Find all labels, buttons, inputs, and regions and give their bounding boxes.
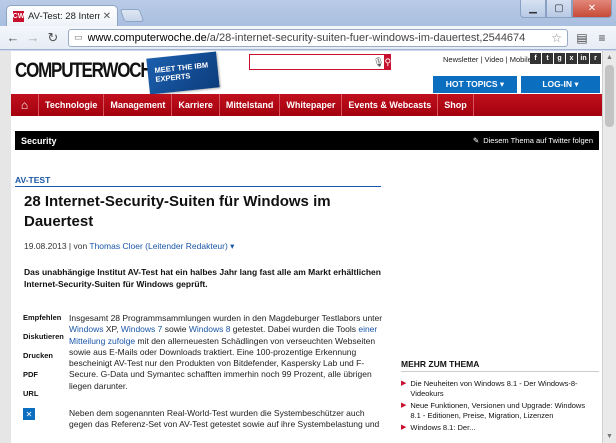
xing-share-icon[interactable]: ✕ — [23, 408, 35, 420]
nav-item-whitepaper[interactable]: Whitepaper — [280, 94, 343, 116]
tab-close-icon[interactable]: ✕ — [103, 11, 111, 22]
site-search: 🎙 ⚲ — [249, 54, 392, 70]
article-headline: 28 Internet-Security-Suiten für Windows … — [24, 193, 331, 230]
hot-topics-button[interactable]: HOT TOPICS ▾ — [433, 76, 517, 93]
bookmark-star-icon[interactable]: ☆ — [551, 31, 562, 45]
address-bar[interactable]: ▭ www.computerwoche.de/a/28-internet-sec… — [68, 28, 568, 47]
section-title[interactable]: Security — [21, 136, 57, 146]
sidebar-item[interactable]: ▶ Windows 8.1: Der... — [401, 423, 591, 433]
linkedin-icon[interactable]: in — [578, 53, 589, 64]
top-links[interactable]: Newsletter | Video | Mobile — [443, 55, 532, 64]
window-controls: ▁ ▢ ✕ — [520, 0, 612, 18]
computerwoche-logo[interactable]: COMPUTERWOCHE — [15, 58, 163, 83]
home-icon[interactable]: ⌂ — [11, 94, 39, 116]
article-paragraph-2: Neben dem sogenannten Real-World-Test wu… — [69, 408, 380, 430]
twitter-bird-icon: ✎ — [472, 136, 480, 145]
tool-diskutieren[interactable]: Diskutieren — [23, 332, 64, 341]
arrow-right-icon: ▶ — [401, 402, 407, 409]
article-byline: 19.08.2013 | von Thomas Cloer (Leitender… — [24, 241, 234, 252]
web-page: COMPUTERWOCHE MEET THE IBM EXPERTS 🎙 ⚲ N… — [11, 51, 602, 443]
login-button[interactable]: LOG-IN ▾ — [521, 76, 600, 93]
tool-empfehlen[interactable]: Empfehlen — [23, 313, 61, 322]
search-icon: ⚲ — [384, 56, 392, 67]
tool-pdf[interactable]: PDF — [23, 370, 38, 379]
twitter-icon[interactable]: t — [542, 53, 553, 64]
nav-item-events[interactable]: Events & Webcasts — [342, 94, 439, 116]
microphone-icon[interactable]: 🎙 — [373, 57, 384, 68]
sidebar-item[interactable]: ▶ Neue Funktionen, Versionen und Upgrade:… — [401, 401, 591, 421]
browser-tab-bar: CW AV-Test: 28 Internet-Securi ✕ ▁ ▢ ✕ — [0, 0, 616, 26]
new-tab-button[interactable] — [119, 9, 145, 22]
tool-url[interactable]: URL — [23, 389, 38, 398]
article-lead: Das unabhängige Institut AV-Test hat ein… — [24, 267, 381, 289]
rss-icon[interactable]: r — [590, 53, 601, 64]
social-icons: f t g x in r — [530, 53, 601, 64]
tool-drucken[interactable]: Drucken — [23, 351, 53, 360]
page-info-icon[interactable]: ▭ — [74, 32, 83, 43]
maximize-button[interactable]: ▢ — [546, 0, 572, 18]
arrow-right-icon: ▶ — [401, 380, 407, 387]
sidebar-heading: MEHR ZUM THEMA — [401, 359, 599, 372]
scroll-thumb[interactable] — [605, 65, 614, 127]
twitter-follow-link[interactable]: ✎ Diesem Thema auf Twitter folgen — [473, 136, 593, 145]
ibm-experts-badge[interactable]: MEET THE IBM EXPERTS — [146, 51, 220, 95]
scroll-down-arrow-icon[interactable]: ▼ — [603, 430, 616, 443]
link-windows-8[interactable]: Windows 8 — [189, 324, 231, 334]
minimize-button[interactable]: ▁ — [520, 0, 546, 18]
xing-social-icon[interactable]: x — [566, 53, 577, 64]
nav-item-technologie[interactable]: Technologie — [39, 94, 105, 116]
tab-title: AV-Test: 28 Internet-Securi — [28, 10, 100, 22]
url-text: www.computerwoche.de/a/28-internet-secur… — [87, 31, 526, 44]
nav-item-karriere[interactable]: Karriere — [172, 94, 220, 116]
browser-toolbar: ← → ↻ ▭ www.computerwoche.de/a/28-intern… — [0, 26, 616, 50]
section-bar: Security ✎ Diesem Thema auf Twitter folge… — [15, 131, 599, 150]
arrow-right-icon: ▶ — [401, 424, 407, 431]
facebook-icon[interactable]: f — [530, 53, 541, 64]
reload-button[interactable]: ↻ — [44, 29, 62, 47]
nav-item-mittelstand[interactable]: Mittelstand — [220, 94, 281, 116]
nav-item-shop[interactable]: Shop — [438, 94, 474, 116]
menu-wrench-icon[interactable]: ≡ — [592, 29, 612, 47]
main-navigation: ⌂ Technologie Management Karriere Mittel… — [11, 94, 602, 116]
close-window-button[interactable]: ✕ — [572, 0, 612, 18]
forward-button[interactable]: → — [24, 29, 42, 47]
back-button[interactable]: ← — [4, 29, 22, 47]
article-kicker[interactable]: AV-TEST — [15, 175, 381, 187]
translate-icon[interactable]: ▤ — [572, 29, 592, 47]
article-paragraph-1: Insgesamt 28 Programmsammlungen wurden i… — [69, 313, 383, 391]
link-windows-7[interactable]: Windows 7 — [121, 324, 163, 334]
scroll-up-arrow-icon[interactable]: ▲ — [603, 51, 616, 64]
search-button[interactable]: ⚲ — [384, 54, 392, 70]
search-input[interactable] — [250, 55, 373, 69]
browser-tab[interactable]: CW AV-Test: 28 Internet-Securi ✕ — [6, 5, 118, 26]
nav-item-management[interactable]: Management — [104, 94, 173, 116]
vertical-scrollbar[interactable]: ▲ ▼ — [602, 51, 616, 443]
site-favicon-icon: CW — [12, 10, 25, 22]
link-windows[interactable]: Windows — [69, 324, 103, 334]
author-link[interactable]: Thomas Cloer (Leitender Redakteur) ▾ — [89, 241, 234, 251]
sidebar-item[interactable]: ▶ Die Neuheiten von Windows 8.1 - Der Win… — [401, 379, 591, 399]
page-viewport: COMPUTERWOCHE MEET THE IBM EXPERTS 🎙 ⚲ N… — [0, 51, 616, 443]
googleplus-icon[interactable]: g — [554, 53, 565, 64]
article-date: 19.08.2013 | von — [24, 241, 90, 251]
